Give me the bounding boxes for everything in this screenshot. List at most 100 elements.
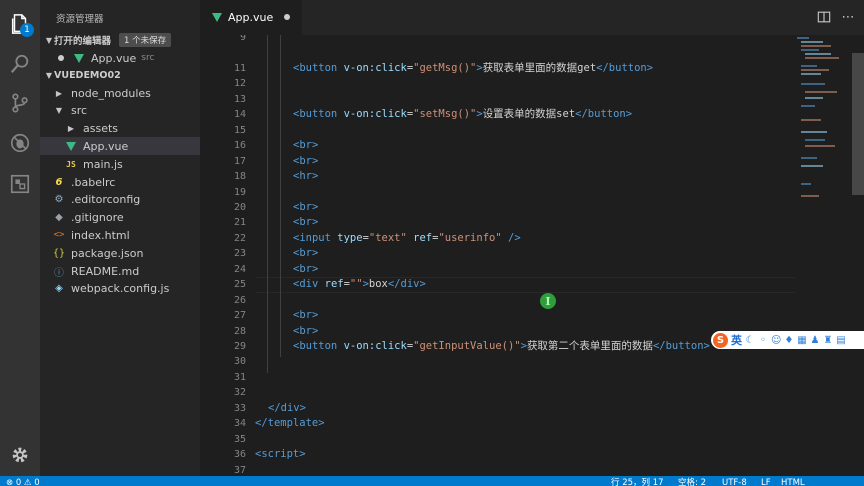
chevron-right-icon: ▶ <box>55 88 63 98</box>
line-number: 12 <box>233 78 246 90</box>
code-token: v-on:click <box>343 340 407 352</box>
split-editor-icon[interactable] <box>816 9 832 25</box>
code-editor[interactable]: 9 11 12 13 14 15 16 17 18 19 20 21 22 23 24 25 26 27 28 29 3… <box>200 35 864 476</box>
tree-item-label: .babelrc <box>71 175 116 189</box>
search-icon[interactable] <box>8 52 32 76</box>
html-file-icon: <> <box>53 230 65 241</box>
code-line[interactable]: <br> <box>293 262 318 278</box>
code-token: "getMsg()" <box>413 61 477 74</box>
code-line[interactable]: </div> <box>268 401 306 417</box>
code-token: <br> <box>293 247 319 260</box>
moon-icon[interactable]: ☾ <box>745 335 755 346</box>
code-token: </button> <box>652 340 710 352</box>
line-number: 33 <box>233 402 246 414</box>
explorer-title: 资源管理器 <box>56 14 104 25</box>
tree-item-editorconfig[interactable]: ⚙ .editorconfig <box>40 191 200 209</box>
line-number: 22 <box>233 232 246 244</box>
chevron-down-icon: ▼ <box>45 70 53 80</box>
code-token: <br> <box>293 262 319 275</box>
language-mode[interactable]: HTML <box>781 476 805 486</box>
encoding[interactable]: UTF-8 <box>722 476 747 486</box>
code-line[interactable]: <button v-on:click="getMsg()">获取表单里面的数据g… <box>293 61 653 77</box>
minimap[interactable] <box>795 35 851 235</box>
open-editor-item[interactable]: App.vue src <box>40 49 200 67</box>
line-number: 17 <box>233 155 246 167</box>
code-token: /> <box>508 231 521 244</box>
extensions-icon[interactable] <box>8 172 32 196</box>
source-control-icon[interactable] <box>8 91 32 115</box>
line-number: 13 <box>233 93 246 105</box>
ime-toolbar[interactable]: S 英 ☾ ◦ ☺ ♦ ▦ ♟ ♜ ▤ <box>711 331 864 349</box>
tree-item-label: App.vue <box>83 139 129 153</box>
code-token: </button> <box>575 108 633 121</box>
tree-item-webpack-config-js[interactable]: ◈ webpack.config.js <box>40 280 200 298</box>
tree-item-assets[interactable]: ▶ assets <box>40 120 200 138</box>
line-number: 31 <box>233 371 246 383</box>
code-line[interactable]: </template> <box>255 416 325 432</box>
punctuation-icon[interactable]: ◦ <box>758 335 768 346</box>
code-token: <br> <box>293 200 319 213</box>
tree-item-babelrc[interactable]: 6 .babelrc <box>40 173 200 191</box>
tab-app-vue[interactable]: App.vue <box>200 0 302 35</box>
open-editors-header[interactable]: ▼ 打开的编辑器 1 个未保存 <box>40 31 200 49</box>
code-line[interactable]: <br> <box>293 138 318 154</box>
code-token: "text" <box>368 231 407 244</box>
line-number: 35 <box>233 433 246 445</box>
shirt-icon[interactable]: ♜ <box>823 335 833 346</box>
code-token: "setMsg()" <box>413 108 477 121</box>
line-number: 34 <box>233 418 246 430</box>
code-line[interactable]: <br> <box>293 246 318 262</box>
tree-item-src[interactable]: ▼ src <box>40 102 200 120</box>
tree-item-label: assets <box>83 122 119 136</box>
code-line[interactable]: <script> <box>255 447 306 463</box>
code-line[interactable]: <button v-on:click="getInputValue()">获取第… <box>293 339 710 355</box>
code-token: 获取第二个表单里面的数据 <box>526 340 653 352</box>
tree-item-app-vue[interactable]: App.vue <box>40 137 200 156</box>
code-token: ref <box>324 278 344 291</box>
code-line[interactable]: <br> <box>293 308 318 324</box>
code-token: <br> <box>293 154 319 167</box>
vertical-scrollbar[interactable] <box>852 53 864 195</box>
code-token: <br> <box>293 139 319 152</box>
indentation[interactable]: 空格: 2 <box>678 476 706 486</box>
code-line[interactable]: <br> <box>293 215 318 231</box>
more-actions-icon[interactable]: ⋯ <box>840 9 856 25</box>
babel-file-icon: 6 <box>55 176 63 188</box>
code-line[interactable]: <input type="text" ref="userinfo" /> <box>293 231 521 247</box>
end-of-line[interactable]: LF <box>761 476 771 486</box>
project-header[interactable]: ▼ VUEDEMO02 <box>40 66 200 84</box>
code-token: <button <box>293 108 338 121</box>
modified-dot-icon[interactable] <box>284 14 290 20</box>
code-token: <input <box>293 231 331 244</box>
chevron-down-icon: ▼ <box>45 35 53 45</box>
tree-item-node-modules[interactable]: ▶ node_modules <box>40 84 200 102</box>
code-line[interactable]: <button v-on:click="setMsg()">设置表单的数据set… <box>293 107 632 123</box>
chevron-right-icon: ▶ <box>67 124 75 134</box>
tree-item-readme-md[interactable]: ⓘ README.md <box>40 262 200 280</box>
tree-item-gitignore[interactable]: ◆ .gitignore <box>40 209 200 227</box>
modified-dot-icon <box>58 55 64 61</box>
tree-item-package-json[interactable]: {} package.json <box>40 244 200 262</box>
tree-item-index-html[interactable]: <> index.html <box>40 226 200 244</box>
explorer-badge: 1 <box>20 23 34 37</box>
code-line[interactable]: <br> <box>293 200 318 216</box>
ime-language-toggle[interactable]: 英 <box>731 332 742 348</box>
code-line[interactable]: <hr> <box>293 169 318 185</box>
emoji-icon[interactable]: ☺ <box>771 335 781 346</box>
code-line[interactable]: <div ref="">box</div> <box>293 277 426 293</box>
gear-icon[interactable] <box>8 443 32 467</box>
tree-item-label: .gitignore <box>71 211 124 225</box>
gear-icon: ⚙ <box>54 194 64 206</box>
code-line[interactable]: <br> <box>293 154 318 170</box>
keyboard-icon[interactable]: ▦ <box>797 335 807 346</box>
microphone-icon[interactable]: ♦ <box>784 335 794 346</box>
toolbox-icon[interactable]: ▤ <box>836 335 846 346</box>
code-token: 设置表单的数据set <box>482 108 576 121</box>
code-token: </template> <box>255 417 325 430</box>
problems-indicator[interactable]: ⊗ 0 ⚠ 0 <box>6 476 40 486</box>
code-line[interactable]: <br> <box>293 324 318 340</box>
debug-icon[interactable] <box>8 131 32 155</box>
cursor-position[interactable]: 行 25，列 17 <box>611 476 664 486</box>
tree-item-main-js[interactable]: JS main.js <box>40 155 200 173</box>
user-icon[interactable]: ♟ <box>810 335 820 346</box>
